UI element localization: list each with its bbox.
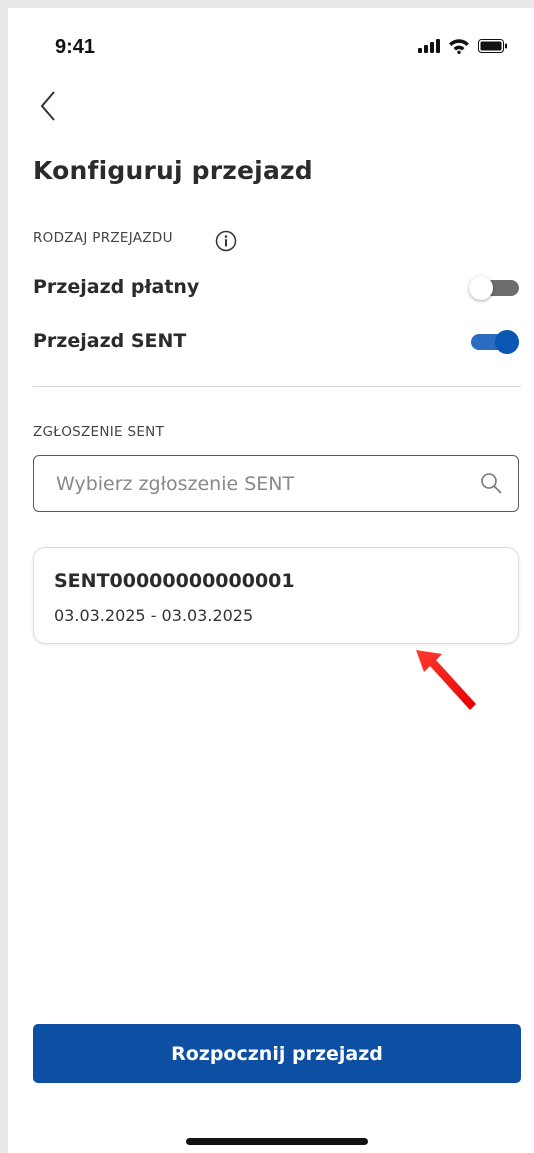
search-icon[interactable] bbox=[480, 472, 502, 494]
chevron-left-icon bbox=[40, 91, 55, 121]
sent-search-input[interactable] bbox=[54, 456, 468, 512]
page-title: Konfiguruj przejazd bbox=[33, 156, 313, 185]
back-button[interactable] bbox=[34, 86, 64, 126]
sent-report-label: ZGŁOSZENIE SENT bbox=[33, 424, 165, 440]
sent-ride-label: Przejazd SENT bbox=[33, 330, 187, 352]
toggle-knob bbox=[469, 276, 493, 300]
divider bbox=[33, 386, 521, 387]
signal-icon bbox=[418, 39, 440, 53]
paid-ride-label: Przejazd płatny bbox=[33, 276, 200, 298]
screen: 9:41 Konfiguruj przejazd RODZAJ PRZEJAZD… bbox=[8, 8, 534, 1153]
sent-search-field[interactable] bbox=[33, 455, 519, 512]
start-ride-button[interactable]: Rozpocznij przejazd bbox=[33, 1024, 521, 1083]
info-icon[interactable] bbox=[215, 230, 237, 252]
sent-report-card[interactable]: SENT00000000000001 03.03.2025 - 03.03.20… bbox=[33, 547, 519, 644]
ride-type-label: RODZAJ PRZEJAZDU bbox=[33, 230, 173, 246]
paid-ride-toggle[interactable] bbox=[469, 274, 521, 302]
status-time: 9:41 bbox=[55, 36, 96, 58]
status-bar: 9:41 bbox=[8, 8, 534, 88]
home-indicator bbox=[186, 1138, 368, 1145]
battery-icon bbox=[478, 39, 507, 53]
sent-ride-toggle[interactable] bbox=[469, 328, 521, 356]
sent-report-date-range: 03.03.2025 - 03.03.2025 bbox=[54, 606, 254, 625]
wifi-icon bbox=[449, 39, 469, 54]
status-icons bbox=[418, 38, 508, 54]
toggle-knob bbox=[495, 330, 519, 354]
annotation-arrow-icon bbox=[416, 650, 476, 710]
sent-report-id: SENT00000000000001 bbox=[54, 570, 295, 592]
